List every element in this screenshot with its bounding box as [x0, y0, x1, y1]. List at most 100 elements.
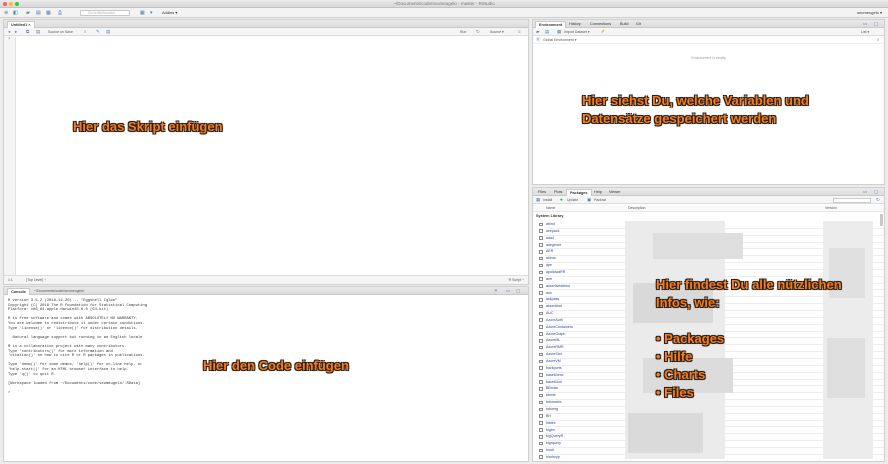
tab-console[interactable]: Console: [7, 288, 30, 295]
tab-environment[interactable]: Environment: [535, 21, 567, 28]
package-checkbox[interactable]: [539, 380, 543, 384]
wand-icon[interactable]: ✎: [96, 28, 100, 36]
package-checkbox[interactable]: [539, 243, 543, 247]
package-checkbox[interactable]: [539, 428, 543, 432]
package-checkbox[interactable]: [539, 455, 543, 460]
package-checkbox[interactable]: [539, 249, 543, 254]
search-icon[interactable]: ⌕: [84, 28, 87, 36]
tab-build[interactable]: Build: [617, 21, 631, 28]
save-icon[interactable]: ▤: [36, 28, 40, 36]
source-button[interactable]: Source ▾: [490, 28, 504, 36]
rerun-icon[interactable]: ↻: [476, 28, 480, 36]
file-type-selector[interactable]: R Script ÷: [509, 276, 524, 284]
refresh-icon[interactable]: ↻: [876, 196, 880, 204]
run-button[interactable]: Run: [460, 28, 466, 36]
package-checkbox[interactable]: [539, 366, 543, 371]
new-file-icon[interactable]: ⊕: [4, 10, 8, 16]
minimize-pane-icon[interactable]: ▭: [863, 188, 867, 196]
list-view-selector[interactable]: List ▾: [861, 28, 869, 36]
new-project-icon[interactable]: ◧: [13, 10, 18, 16]
package-checkbox[interactable]: [539, 256, 543, 261]
search-icon[interactable]: ⌕: [877, 36, 880, 44]
package-checkbox[interactable]: [539, 304, 543, 309]
col-version[interactable]: Version: [825, 205, 837, 212]
package-checkbox[interactable]: [539, 373, 543, 377]
tab-plots[interactable]: Plots: [551, 189, 565, 196]
script-editor[interactable]: [16, 37, 528, 275]
package-checkbox[interactable]: [539, 229, 543, 234]
packages-scrollbar[interactable]: [880, 214, 883, 226]
minimize-pane-icon[interactable]: ▭: [863, 20, 867, 28]
tab-untitled1[interactable]: Untitled1 ×: [7, 21, 35, 28]
broom-icon[interactable]: ✐: [601, 28, 605, 36]
col-name[interactable]: Name: [546, 205, 555, 212]
package-checkbox[interactable]: [539, 297, 543, 302]
maximize-pane-icon[interactable]: ▢: [874, 20, 878, 28]
tab-git[interactable]: Git: [633, 21, 644, 28]
maximize-pane-icon[interactable]: ▢: [874, 188, 878, 196]
package-checkbox[interactable]: [539, 421, 543, 425]
package-checkbox[interactable]: [539, 407, 543, 412]
package-checkbox[interactable]: [539, 270, 543, 275]
save-icon[interactable]: ▤: [36, 10, 41, 16]
import-dataset-icon[interactable]: ▦: [557, 28, 561, 36]
package-checkbox[interactable]: [539, 414, 543, 418]
package-checkbox[interactable]: [539, 291, 543, 295]
addins-menu[interactable]: Addins ▾: [162, 10, 177, 16]
install-button[interactable]: Install: [543, 196, 552, 204]
col-description[interactable]: Description: [628, 205, 646, 212]
package-checkbox[interactable]: [539, 393, 543, 398]
outline-icon[interactable]: ≡: [518, 28, 521, 36]
tab-viewer[interactable]: Viewer: [606, 189, 624, 196]
tab-packages[interactable]: Packages: [566, 189, 592, 196]
save-workspace-icon[interactable]: ▤: [545, 28, 549, 36]
package-search-input[interactable]: [833, 197, 871, 203]
packrat-icon[interactable]: ▣: [587, 196, 591, 204]
package-checkbox[interactable]: [539, 339, 543, 343]
package-checkbox[interactable]: [539, 263, 543, 268]
package-checkbox[interactable]: [539, 448, 543, 453]
show-in-window-icon[interactable]: ⧉: [26, 28, 29, 36]
package-checkbox[interactable]: [539, 352, 543, 357]
save-all-icon[interactable]: ▦: [46, 10, 51, 16]
package-checkbox[interactable]: [539, 345, 543, 350]
package-checkbox[interactable]: [539, 325, 543, 329]
install-icon[interactable]: ▦: [536, 196, 540, 204]
package-checkbox[interactable]: [539, 277, 543, 281]
grid-layout-icon[interactable]: ▦: [140, 10, 145, 16]
package-checkbox[interactable]: [539, 284, 543, 288]
forward-arrow-icon[interactable]: ▸: [15, 28, 17, 36]
packrat-button[interactable]: Packrat: [594, 196, 606, 204]
back-arrow-icon[interactable]: ◂: [8, 28, 10, 36]
import-dataset-button[interactable]: Import Dataset ▾: [564, 28, 590, 36]
load-workspace-icon[interactable]: ▰: [536, 28, 539, 36]
package-checkbox[interactable]: [539, 222, 543, 227]
package-checkbox[interactable]: [539, 311, 543, 316]
print-icon[interactable]: ⎙: [58, 10, 62, 16]
project-menu[interactable]: seomeugelo ▾: [857, 10, 882, 16]
update-button[interactable]: Update: [567, 196, 578, 204]
package-checkbox[interactable]: [539, 332, 543, 336]
compile-report-icon[interactable]: ▤: [106, 28, 110, 36]
chevron-down-icon[interactable]: ▾: [150, 10, 153, 16]
global-environment-selector[interactable]: Global Environment ▾: [543, 36, 576, 44]
package-checkbox[interactable]: [539, 386, 543, 391]
clear-console-icon[interactable]: ✕: [494, 287, 498, 295]
package-checkbox[interactable]: [539, 441, 543, 446]
goto-file-input[interactable]: Go to file/function: [80, 10, 130, 16]
package-checkbox[interactable]: [539, 359, 543, 364]
open-file-icon[interactable]: ▰: [26, 10, 30, 16]
minimize-pane-icon[interactable]: ▭: [506, 287, 510, 295]
console-output[interactable]: R version 3.5.2 (2018-12-20) -- "Eggshel…: [8, 299, 147, 395]
tab-files[interactable]: Files: [535, 189, 549, 196]
package-checkbox[interactable]: [539, 318, 543, 323]
tab-history[interactable]: History: [566, 21, 584, 28]
update-icon[interactable]: ●: [560, 196, 563, 204]
package-checkbox[interactable]: [539, 434, 543, 439]
source-on-save-checkbox[interactable]: Source on Save: [48, 28, 73, 36]
tab-help[interactable]: Help: [591, 189, 605, 196]
package-checkbox[interactable]: [539, 400, 543, 405]
maximize-pane-icon[interactable]: ▢: [516, 287, 520, 295]
tab-connections[interactable]: Connections: [587, 21, 614, 28]
scope-selector[interactable]: (Top Level) ÷: [26, 276, 46, 284]
